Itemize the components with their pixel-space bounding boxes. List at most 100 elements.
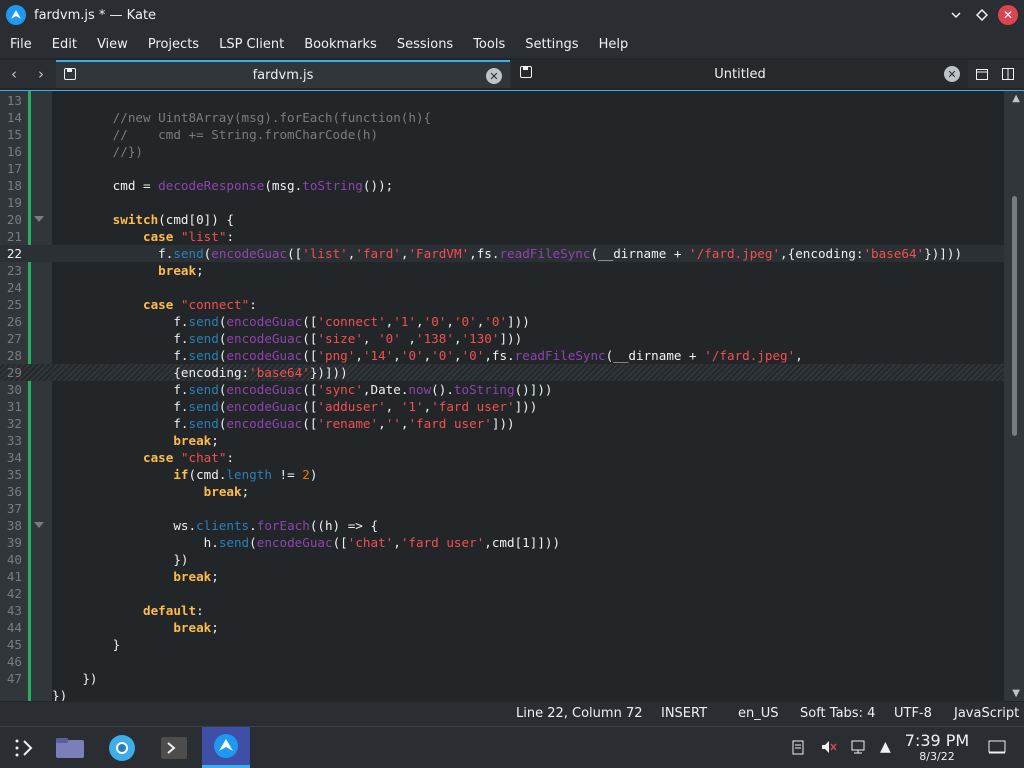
code-text[interactable]: f.send(encodeGuac(['size', '0' ,'138','1… <box>52 330 522 347</box>
indentation[interactable]: Soft Tabs: 4 <box>800 706 875 721</box>
code-text[interactable]: f.send(encodeGuac(['sync',Date.now().toS… <box>52 381 552 398</box>
code-line[interactable]: 42 <box>0 585 1004 602</box>
code-text[interactable]: break; <box>52 619 219 636</box>
code-line[interactable]: 20 switch(cmd[0]) { <box>0 211 1004 228</box>
network-icon[interactable] <box>850 739 868 759</box>
code-line[interactable]: 17 <box>0 160 1004 177</box>
code-text[interactable]: //}) <box>52 143 143 160</box>
fold-toggle-icon[interactable] <box>34 216 44 222</box>
code-text[interactable]: // cmd += String.fromCharCode(h) <box>52 126 378 143</box>
cursor-position[interactable]: Line 22, Column 72 <box>516 706 643 721</box>
code-line[interactable]: 22 f.send(encodeGuac(['list','fard','Far… <box>0 245 1004 262</box>
code-line[interactable]: 24 <box>0 279 1004 296</box>
close-window-icon[interactable]: ✕ <box>998 5 1018 25</box>
clipboard-icon[interactable] <box>790 739 806 759</box>
split-view-icon[interactable] <box>1000 66 1016 82</box>
code-line[interactable]: 34 case "chat": <box>0 449 1004 466</box>
code-text[interactable]: f.send(encodeGuac(['rename','','fard use… <box>52 415 514 432</box>
menu-view[interactable]: View <box>87 37 138 52</box>
code-text[interactable]: case "list": <box>52 228 234 245</box>
menu-lsp-client[interactable]: LSP Client <box>209 37 294 52</box>
code-text[interactable]: if(cmd.length != 2) <box>52 466 317 483</box>
code-text[interactable]: cmd = decodeResponse(msg.toString()); <box>52 177 394 194</box>
code-line[interactable]: 31 f.send(encodeGuac(['adduser', '1','fa… <box>0 398 1004 415</box>
encoding[interactable]: UTF-8 <box>894 706 932 721</box>
code-text[interactable]: //new Uint8Array(msg).forEach(function(h… <box>52 109 431 126</box>
code-text[interactable]: default: <box>52 602 204 619</box>
code-line[interactable]: 13 <box>0 92 1004 109</box>
scrollbar-thumb[interactable] <box>1012 196 1017 436</box>
code-line[interactable]: 18 cmd = decodeResponse(msg.toString()); <box>0 177 1004 194</box>
kate-taskbar-icon[interactable] <box>202 727 250 768</box>
clock[interactable]: 7:39 PM 8/3/22 <box>896 731 978 763</box>
minimize-icon[interactable] <box>946 5 966 25</box>
application-launcher-icon[interactable] <box>0 727 48 768</box>
vertical-scrollbar[interactable]: ▲ ▼ <box>1004 91 1024 701</box>
code-line[interactable]: 14 //new Uint8Array(msg).forEach(functio… <box>0 109 1004 126</box>
code-line[interactable]: 23 break; <box>0 262 1004 279</box>
show-desktop-icon[interactable] <box>988 739 1006 759</box>
close-tab-icon[interactable]: ✕ <box>944 66 960 82</box>
code-line[interactable]: 30 f.send(encodeGuac(['sync',Date.now().… <box>0 381 1004 398</box>
code-line[interactable]: 27 f.send(encodeGuac(['size', '0' ,'138'… <box>0 330 1004 347</box>
menu-bookmarks[interactable]: Bookmarks <box>294 37 387 52</box>
code-text[interactable]: break; <box>52 483 250 500</box>
new-tab-icon[interactable] <box>974 66 990 82</box>
code-text[interactable]: {encoding:'base64'})])) <box>52 364 347 381</box>
code-line[interactable]: 29 {encoding:'base64'})])) <box>0 364 1004 381</box>
code-line[interactable]: 43 default: <box>0 602 1004 619</box>
maximize-icon[interactable] <box>972 5 992 25</box>
show-hidden-icons-icon[interactable]: ▲ <box>880 739 891 755</box>
code-text[interactable]: f.send(encodeGuac(['list','fard','FardVM… <box>52 245 962 262</box>
code-line[interactable]: 16 //}) <box>0 143 1004 160</box>
forward-arrow-icon[interactable]: › <box>30 63 52 85</box>
code-line[interactable]: 21 case "list": <box>0 228 1004 245</box>
code-text[interactable]: } <box>52 636 121 653</box>
code-text[interactable]: case "chat": <box>52 449 234 466</box>
browser-icon[interactable] <box>98 727 146 768</box>
code-line[interactable]: 46 <box>0 653 1004 670</box>
terminal-icon[interactable] <box>150 727 198 768</box>
scroll-up-icon[interactable]: ▲ <box>1012 93 1020 104</box>
code-line[interactable]: 38 ws.clients.forEach((h) => { <box>0 517 1004 534</box>
code-text[interactable]: case "connect": <box>52 296 257 313</box>
code-text[interactable]: f.send(encodeGuac(['connect','1','0','0'… <box>52 313 529 330</box>
code-line[interactable]: 33 break; <box>0 432 1004 449</box>
menu-sessions[interactable]: Sessions <box>387 37 463 52</box>
code-text[interactable]: f.send(encodeGuac(['png','14','0','0','0… <box>52 347 803 364</box>
code-lines[interactable]: 13 14 //new Uint8Array(msg).forEach(funct… <box>0 91 1004 701</box>
code-text[interactable]: }) <box>52 551 188 568</box>
code-line[interactable]: 26 f.send(encodeGuac(['connect','1','0',… <box>0 313 1004 330</box>
tab-fardvm-js[interactable]: fardvm.js ✕ <box>56 60 510 88</box>
code-line[interactable]: 47 }) <box>0 670 1004 687</box>
close-tab-icon[interactable]: ✕ <box>486 68 502 84</box>
code-text[interactable]: }) <box>52 687 67 701</box>
tab-untitled[interactable]: Untitled ✕ <box>512 60 968 88</box>
volume-muted-icon[interactable] <box>820 739 838 759</box>
dictionary[interactable]: en_US <box>738 706 779 721</box>
fold-toggle-icon[interactable] <box>34 522 44 528</box>
code-text[interactable]: ws.clients.forEach((h) => { <box>52 517 378 534</box>
code-line[interactable]: 25 case "connect": <box>0 296 1004 313</box>
code-line[interactable]: 40 }) <box>0 551 1004 568</box>
code-text[interactable]: break; <box>52 568 219 585</box>
code-text[interactable]: h.send(encodeGuac(['chat','fard user',cm… <box>52 534 560 551</box>
back-arrow-icon[interactable]: ‹ <box>3 63 25 85</box>
code-line[interactable]: 41 break; <box>0 568 1004 585</box>
code-text[interactable]: }) <box>52 670 97 687</box>
syntax-mode[interactable]: JavaScript <box>954 706 1019 721</box>
menu-help[interactable]: Help <box>589 37 639 52</box>
code-line[interactable]: 19 <box>0 194 1004 211</box>
menu-tools[interactable]: Tools <box>463 37 515 52</box>
menu-projects[interactable]: Projects <box>138 37 209 52</box>
code-line[interactable]: 28 f.send(encodeGuac(['png','14','0','0'… <box>0 347 1004 364</box>
code-text[interactable]: f.send(encodeGuac(['adduser', '1','fard … <box>52 398 537 415</box>
code-text[interactable]: break; <box>52 262 204 279</box>
code-line[interactable]: 39 h.send(encodeGuac(['chat','fard user'… <box>0 534 1004 551</box>
code-line[interactable]: 32 f.send(encodeGuac(['rename','','fard … <box>0 415 1004 432</box>
code-line[interactable]: 37 <box>0 500 1004 517</box>
code-line[interactable]: 15 // cmd += String.fromCharCode(h) <box>0 126 1004 143</box>
code-text[interactable]: break; <box>52 432 219 449</box>
code-line[interactable]: }) <box>0 687 1004 701</box>
file-manager-icon[interactable] <box>46 727 94 768</box>
